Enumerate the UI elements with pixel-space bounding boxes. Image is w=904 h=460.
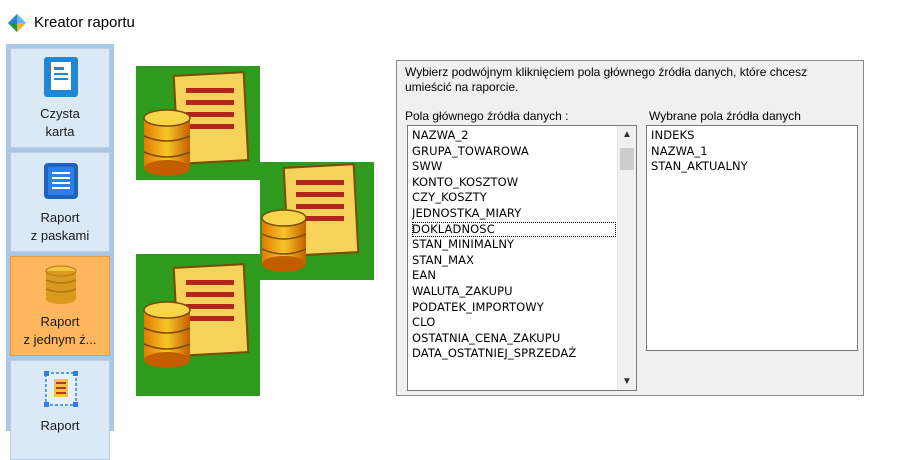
selected-field-item[interactable]: INDEKS <box>651 128 853 144</box>
sidebar-item-label: z jednym ź... <box>23 332 97 347</box>
sidebar-item-label: Raport <box>40 210 80 225</box>
sidebar-item-single-source[interactable]: Raport z jednym ź... <box>10 256 110 356</box>
title-bar: Kreator raportu <box>0 0 904 44</box>
sidebar-item-label: Raport <box>40 418 80 433</box>
database-document-icon <box>260 162 374 280</box>
report-type-sidebar: Czysta karta Raport z paskami Raport z j… <box>6 44 114 460</box>
scroll-down-arrow-icon[interactable]: ▼ <box>618 373 636 390</box>
selected-fields-label: Wybrane pola źródła danych <box>649 109 801 123</box>
selected-field-item[interactable]: NAZWA_1 <box>651 144 853 160</box>
database-document-icon <box>136 254 260 396</box>
scroll-thumb[interactable] <box>620 148 634 170</box>
source-field-item[interactable]: EAN <box>412 268 616 284</box>
database-icon <box>45 265 77 304</box>
source-fields-scrollbar[interactable]: ▲ ▼ <box>617 126 636 390</box>
source-field-item[interactable]: CLO <box>412 315 616 331</box>
window-title: Kreator raportu <box>34 14 135 31</box>
source-fields-listbox[interactable]: NAZWA_2 GRUPA_TOWAROWA SWW KONTO_KOSZTOW CZY… <box>407 125 637 391</box>
database-document-icon <box>136 66 260 180</box>
field-selection-panel: Wybierz podwójnym kliknięciem pola główn… <box>396 60 864 396</box>
source-fields-label: Pola głównego źródła danych : <box>405 109 569 123</box>
blank-page-icon <box>44 57 78 97</box>
selected-fields-listbox[interactable]: INDEKS NAZWA_1 STAN_AKTUALNY <box>646 125 858 351</box>
source-field-item[interactable]: CZY_KOSZTY <box>412 190 616 206</box>
sidebar-item-label: karta <box>45 124 75 139</box>
source-field-item[interactable]: WALUTA_ZAKUPU <box>412 284 616 300</box>
source-field-item[interactable]: DOKLADNOSC <box>412 221 616 238</box>
source-field-item[interactable]: KONTO_KOSZTOW <box>412 175 616 191</box>
selected-field-item[interactable]: STAN_AKTUALNY <box>651 159 853 175</box>
sidebar-item-blank[interactable]: Czysta karta <box>10 48 110 148</box>
data-source-illustration <box>136 66 374 396</box>
source-field-item[interactable]: JEDNOSTKA_MIARY <box>412 206 616 222</box>
sidebar-item-grouped[interactable]: Raport <box>10 360 110 460</box>
scroll-up-arrow-icon[interactable]: ▲ <box>618 126 636 143</box>
sidebar-item-label: z paskami <box>30 228 90 243</box>
banded-report-icon <box>44 163 78 199</box>
source-field-item[interactable]: PODATEK_IMPORTOWY <box>412 300 616 316</box>
sidebar-item-label: Raport <box>40 314 80 329</box>
source-fields-list: NAZWA_2 GRUPA_TOWAROWA SWW KONTO_KOSZTOW CZY… <box>412 128 616 362</box>
source-field-item[interactable]: STAN_MINIMALNY <box>412 237 616 253</box>
source-field-item[interactable]: NAZWA_2 <box>412 128 616 144</box>
source-field-item[interactable]: STAN_MAX <box>412 253 616 269</box>
selected-fields-list: INDEKS NAZWA_1 STAN_AKTUALNY <box>651 128 853 175</box>
sidebar-item-banded[interactable]: Raport z paskami <box>10 152 110 252</box>
source-field-item[interactable]: DATA_OSTATNIEJ_SPRZEDAŻ <box>412 346 616 362</box>
app-diamond-icon <box>8 14 26 32</box>
instruction-text: Wybierz podwójnym kliknięciem pola główn… <box>405 65 808 94</box>
source-field-item[interactable]: SWW <box>412 159 616 175</box>
source-field-item[interactable]: OSTATNIA_CENA_ZAKUPU <box>412 331 616 347</box>
sidebar-item-label: Czysta <box>40 106 80 121</box>
source-field-item[interactable]: GRUPA_TOWAROWA <box>412 144 616 160</box>
grouped-report-icon <box>44 371 78 407</box>
